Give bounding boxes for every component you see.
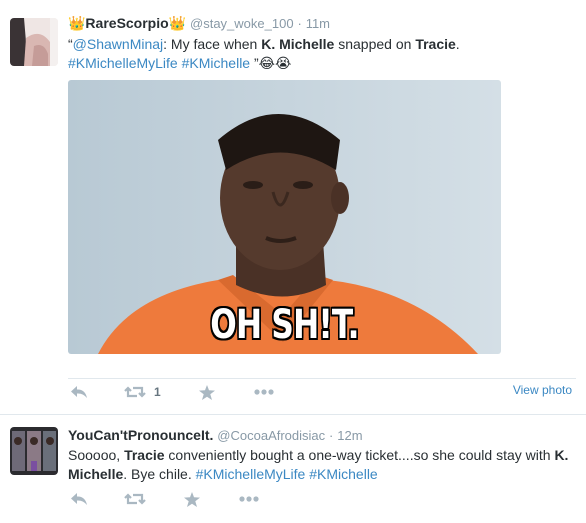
favorite-button[interactable] [199,380,215,404]
retweet-count: 1 [154,385,161,399]
user-handle[interactable]: @stay_woke_100 [190,16,294,31]
hashtag-link[interactable]: #KMichelleMyLife [68,55,178,71]
divider [68,378,576,379]
retweet-button[interactable] [124,487,146,511]
text-segment: snapped on [334,36,416,52]
favorite-icon [184,491,200,507]
tweet-header: 👑RareScorpio👑 @stay_woke_100 · 11m [68,14,330,33]
favorite-button[interactable] [184,487,200,511]
text-segment: . Bye chile. [123,466,196,482]
more-button[interactable] [239,487,259,511]
retweet-icon [124,385,146,399]
text-segment: : My face when [163,36,262,52]
more-icon [254,389,274,395]
separator: · [297,16,302,31]
text-segment: Sooooo, [68,447,125,463]
tweet-text: “@ShawnMinaj: My face when K. Michelle s… [68,35,573,73]
reply-icon [70,492,88,506]
avatar[interactable] [10,427,58,475]
highlighted-term: Tracie [124,447,165,463]
highlighted-term: K. Michelle [261,36,335,52]
hashtag-link[interactable]: #KMichelle [309,466,377,482]
text-segment: ”😂😭 [250,55,292,71]
reply-button[interactable] [70,380,88,404]
tweet-photo[interactable]: OH SH!T. [68,80,501,354]
text-segment: conveniently bought a one-way ticket....… [164,447,555,463]
tweet: 👑RareScorpio👑 @stay_woke_100 · 11m “@Sha… [0,0,586,414]
retweet-button[interactable]: 1 [124,380,161,404]
retweet-icon [124,492,146,506]
tweet-actions: 1 View photo [68,380,578,404]
favorite-icon [199,384,215,400]
tweet: YouCan'tPronounceIt. @CocoaAfrodisiac · … [0,414,586,523]
view-photo-link[interactable]: View photo [513,383,572,397]
timestamp[interactable]: 12m [337,428,362,443]
separator: · [329,428,334,443]
tweet-text: Sooooo, Tracie conveniently bought a one… [68,446,573,484]
highlighted-term: Tracie [415,36,456,52]
timestamp[interactable]: 11m [306,16,330,31]
tweet-header: YouCan'tPronounceIt. @CocoaAfrodisiac · … [68,426,363,445]
tweet-actions [68,487,578,511]
text-segment: . [455,36,460,52]
user-handle[interactable]: @CocoaAfrodisiac [217,428,325,443]
more-button[interactable] [254,380,274,404]
user-name[interactable]: YouCan'tPronounceIt. [68,427,213,443]
more-icon [239,496,259,502]
meme-caption: OH SH!T. [210,302,359,348]
avatar[interactable] [10,18,58,66]
hashtag-link[interactable]: #KMichelleMyLife [196,466,306,482]
reply-button[interactable] [70,487,88,511]
user-name[interactable]: 👑RareScorpio👑 [68,15,186,31]
hashtag-link[interactable]: #KMichelle [182,55,250,71]
reply-icon [70,385,88,399]
mention-link[interactable]: @ShawnMinaj [73,36,163,52]
